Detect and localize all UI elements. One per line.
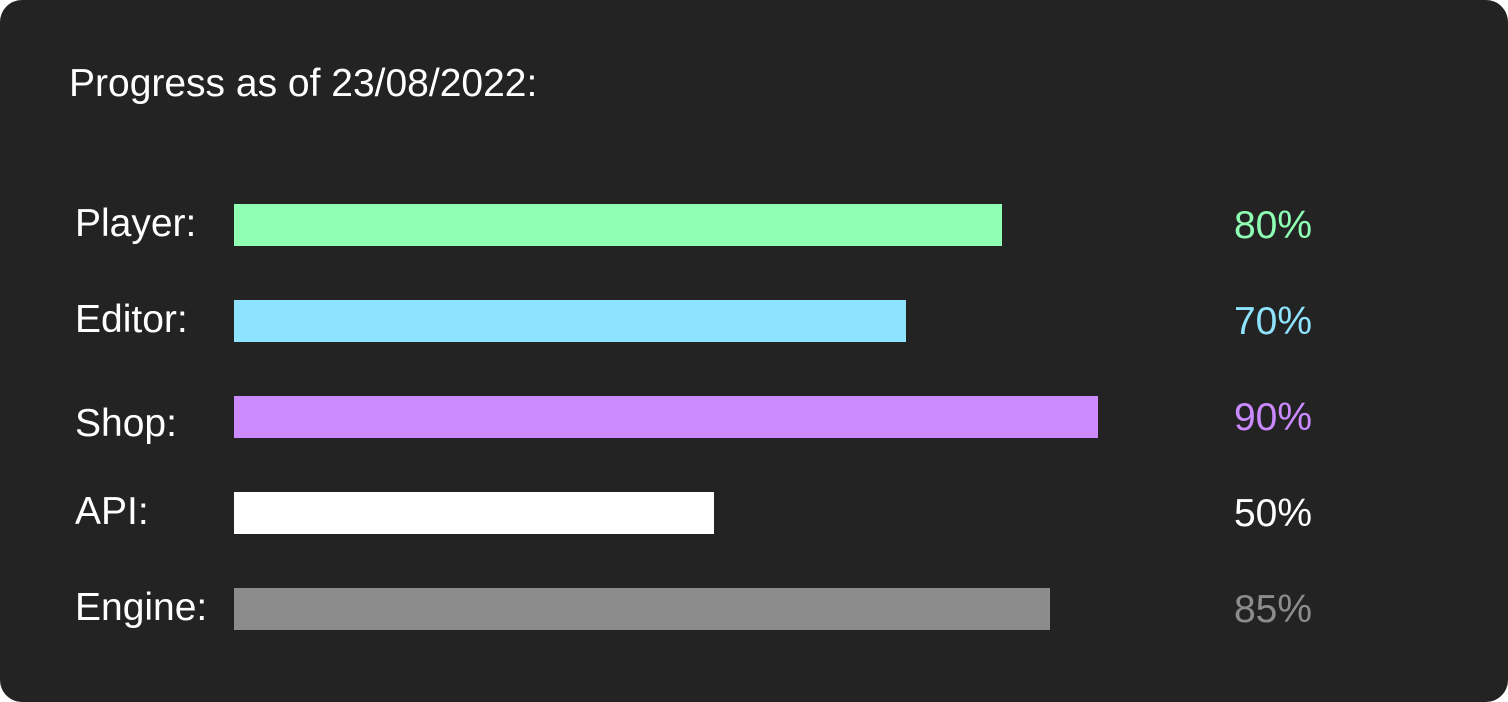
progress-label-editor: Editor: <box>75 298 188 341</box>
progress-track-player <box>234 204 1194 246</box>
progress-label-shop: Shop: <box>75 402 177 445</box>
progress-value-engine: 85% <box>1233 588 1312 631</box>
progress-track-engine <box>234 588 1194 630</box>
progress-value-shop: 90% <box>1233 396 1312 439</box>
progress-bar-engine <box>234 588 1050 630</box>
progress-card: Progress as of 23/08/2022: Player: 80% Edi… <box>0 0 1508 702</box>
progress-track-shop <box>234 396 1194 438</box>
progress-bar-chart: Player: 80% Editor: 70% Shop: 90% API: 50% Engin… <box>0 0 1508 702</box>
progress-bar-shop <box>234 396 1098 438</box>
progress-track-editor <box>234 300 1194 342</box>
progress-value-player: 80% <box>1233 204 1312 247</box>
progress-track-api <box>234 492 1194 534</box>
progress-bar-api <box>234 492 714 534</box>
progress-row-engine: Engine: 85% <box>0 586 1508 631</box>
progress-label-api: API: <box>75 490 149 533</box>
progress-label-player: Player: <box>75 202 197 245</box>
progress-label-engine: Engine: <box>75 586 208 629</box>
progress-bar-player <box>234 204 1002 246</box>
progress-value-api: 50% <box>1233 492 1312 535</box>
progress-row-api: API: 50% <box>0 490 1508 535</box>
progress-row-editor: Editor: 70% <box>0 298 1508 343</box>
progress-value-editor: 70% <box>1233 300 1312 343</box>
progress-row-shop: Shop: 90% <box>0 396 1508 445</box>
progress-bar-editor <box>234 300 906 342</box>
progress-row-player: Player: 80% <box>0 202 1508 247</box>
